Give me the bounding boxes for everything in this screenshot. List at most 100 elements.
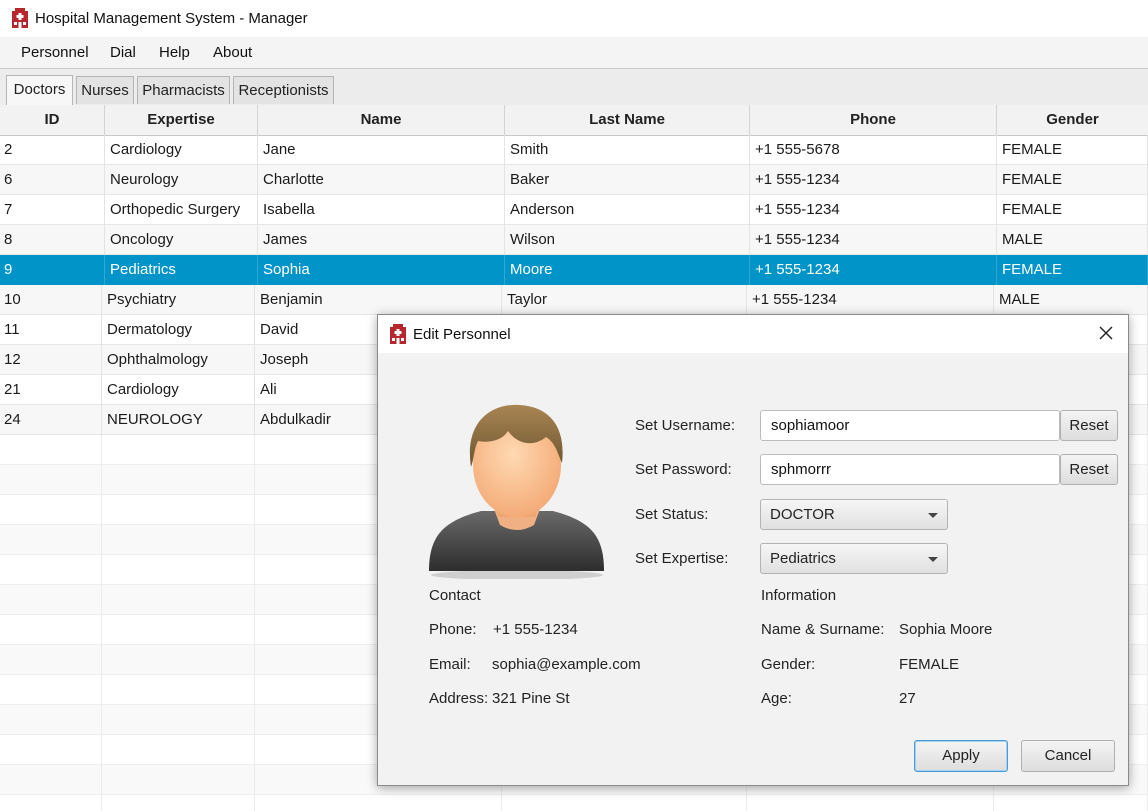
menu-help[interactable]: Help bbox=[159, 44, 190, 61]
empty-cell bbox=[0, 465, 102, 495]
apply-button[interactable]: Apply bbox=[914, 740, 1008, 772]
column-header-phone[interactable]: Phone bbox=[750, 105, 997, 135]
column-header-name[interactable]: Name bbox=[258, 105, 505, 135]
empty-cell bbox=[747, 795, 994, 811]
cell-gender: FEMALE bbox=[997, 165, 1148, 195]
empty-cell bbox=[0, 555, 102, 585]
cell-name: Benjamin bbox=[255, 285, 502, 315]
name-surname-value: Sophia Moore bbox=[899, 621, 993, 638]
empty-cell bbox=[0, 645, 102, 675]
hospital-icon bbox=[11, 8, 29, 32]
cell-last-name: Anderson bbox=[505, 195, 750, 225]
status-label: Set Status: bbox=[635, 506, 709, 523]
cell-expertise: Neurology bbox=[105, 165, 258, 195]
tab-nurses[interactable]: Nurses bbox=[76, 76, 134, 104]
name-surname-label: Name & Surname: bbox=[761, 621, 885, 638]
user-avatar-icon bbox=[426, 397, 608, 583]
expertise-select[interactable]: Pediatrics bbox=[760, 543, 948, 574]
edit-personnel-dialog: Edit Personnel Set Username: sophiamoor … bbox=[377, 314, 1129, 786]
cell-id: 21 bbox=[0, 375, 102, 405]
table-row[interactable]: 7 Orthopedic Surgery Isabella Anderson +1 55… bbox=[0, 195, 1148, 225]
empty-cell bbox=[102, 465, 255, 495]
empty-cell bbox=[0, 795, 102, 811]
hospital-icon bbox=[389, 324, 407, 348]
empty-cell bbox=[102, 495, 255, 525]
cell-last-name: Moore bbox=[505, 255, 750, 285]
cell-name: Isabella bbox=[258, 195, 505, 225]
cell-phone: +1 555-5678 bbox=[750, 135, 997, 165]
empty-cell bbox=[102, 525, 255, 555]
empty-cell bbox=[102, 705, 255, 735]
empty-cell bbox=[102, 795, 255, 811]
dialog-title: Edit Personnel bbox=[413, 326, 511, 343]
cell-phone: +1 555-1234 bbox=[750, 225, 997, 255]
expertise-select-value: Pediatrics bbox=[770, 550, 836, 567]
reset-username-button[interactable]: Reset bbox=[1060, 410, 1118, 441]
cell-expertise: NEUROLOGY bbox=[102, 405, 255, 435]
age-value: 27 bbox=[899, 690, 916, 707]
expertise-label: Set Expertise: bbox=[635, 550, 729, 567]
status-select[interactable]: DOCTOR bbox=[760, 499, 948, 530]
column-header-gender[interactable]: Gender bbox=[997, 105, 1148, 135]
cell-expertise: Dermatology bbox=[102, 315, 255, 345]
empty-cell bbox=[102, 765, 255, 795]
cell-id: 6 bbox=[0, 165, 105, 195]
cell-id: 24 bbox=[0, 405, 102, 435]
table-row[interactable]: 9 Pediatrics Sophia Moore +1 555-1234 FEMALE bbox=[0, 255, 1148, 285]
empty-cell bbox=[0, 705, 102, 735]
cell-last-name: Wilson bbox=[505, 225, 750, 255]
cell-id: 9 bbox=[0, 255, 105, 285]
cell-name: Sophia bbox=[258, 255, 505, 285]
menu-bar: Personnel Dial Help About bbox=[0, 37, 1148, 69]
empty-cell bbox=[0, 435, 102, 465]
password-label: Set Password: bbox=[635, 461, 732, 478]
cell-id: 10 bbox=[0, 285, 102, 315]
tab-pharmacists[interactable]: Pharmacists bbox=[137, 76, 230, 104]
column-header-id[interactable]: ID bbox=[0, 105, 105, 135]
cell-expertise: Orthopedic Surgery bbox=[105, 195, 258, 225]
email-label: Email: bbox=[429, 656, 471, 673]
close-icon[interactable] bbox=[1097, 324, 1115, 342]
email-value: sophia@example.com bbox=[492, 656, 641, 673]
reset-password-button[interactable]: Reset bbox=[1060, 454, 1118, 485]
address-value: 321 Pine St bbox=[492, 690, 570, 707]
cancel-button[interactable]: Cancel bbox=[1021, 740, 1115, 772]
cell-phone: +1 555-1234 bbox=[750, 255, 997, 285]
cell-phone: +1 555-1234 bbox=[750, 195, 997, 225]
cell-id: 11 bbox=[0, 315, 102, 345]
table-row[interactable]: 6 Neurology Charlotte Baker +1 555-1234 FEMAL… bbox=[0, 165, 1148, 195]
tab-receptionists[interactable]: Receptionists bbox=[233, 76, 334, 104]
cell-id: 8 bbox=[0, 225, 105, 255]
empty-cell bbox=[102, 675, 255, 705]
empty-cell bbox=[994, 795, 1148, 811]
cell-id: 2 bbox=[0, 135, 105, 165]
table-row[interactable]: 2 Cardiology Jane Smith +1 555-5678 FEMALE bbox=[0, 135, 1148, 165]
cell-gender: FEMALE bbox=[997, 135, 1148, 165]
contact-heading: Contact bbox=[429, 587, 481, 604]
empty-cell bbox=[102, 555, 255, 585]
cell-last-name: Baker bbox=[505, 165, 750, 195]
column-header-expertise[interactable]: Expertise bbox=[105, 105, 258, 135]
cell-id: 7 bbox=[0, 195, 105, 225]
menu-personnel[interactable]: Personnel bbox=[21, 44, 89, 61]
menu-about[interactable]: About bbox=[213, 44, 252, 61]
empty-cell bbox=[0, 735, 102, 765]
gender-label: Gender: bbox=[761, 656, 816, 673]
cell-name: Charlotte bbox=[258, 165, 505, 195]
password-field[interactable] bbox=[760, 454, 1060, 485]
column-header-last-name[interactable]: Last Name bbox=[505, 105, 750, 135]
cell-phone: +1 555-1234 bbox=[750, 165, 997, 195]
username-field[interactable] bbox=[760, 410, 1060, 441]
menu-dial[interactable]: Dial bbox=[110, 44, 136, 61]
empty-cell bbox=[102, 615, 255, 645]
cell-gender: MALE bbox=[994, 285, 1148, 315]
age-label: Age: bbox=[761, 690, 792, 707]
empty-cell bbox=[0, 525, 102, 555]
tab-doctors[interactable]: Doctors bbox=[6, 75, 73, 105]
table-row[interactable]: 10 Psychiatry Benjamin Taylor +1 555-1234 MAL… bbox=[0, 285, 1148, 315]
empty-cell bbox=[102, 435, 255, 465]
dialog-title-bar: Edit Personnel bbox=[378, 315, 1128, 353]
table-row[interactable]: 8 Oncology James Wilson +1 555-1234 MALE bbox=[0, 225, 1148, 255]
empty-cell bbox=[255, 795, 502, 811]
cell-gender: MALE bbox=[997, 225, 1148, 255]
